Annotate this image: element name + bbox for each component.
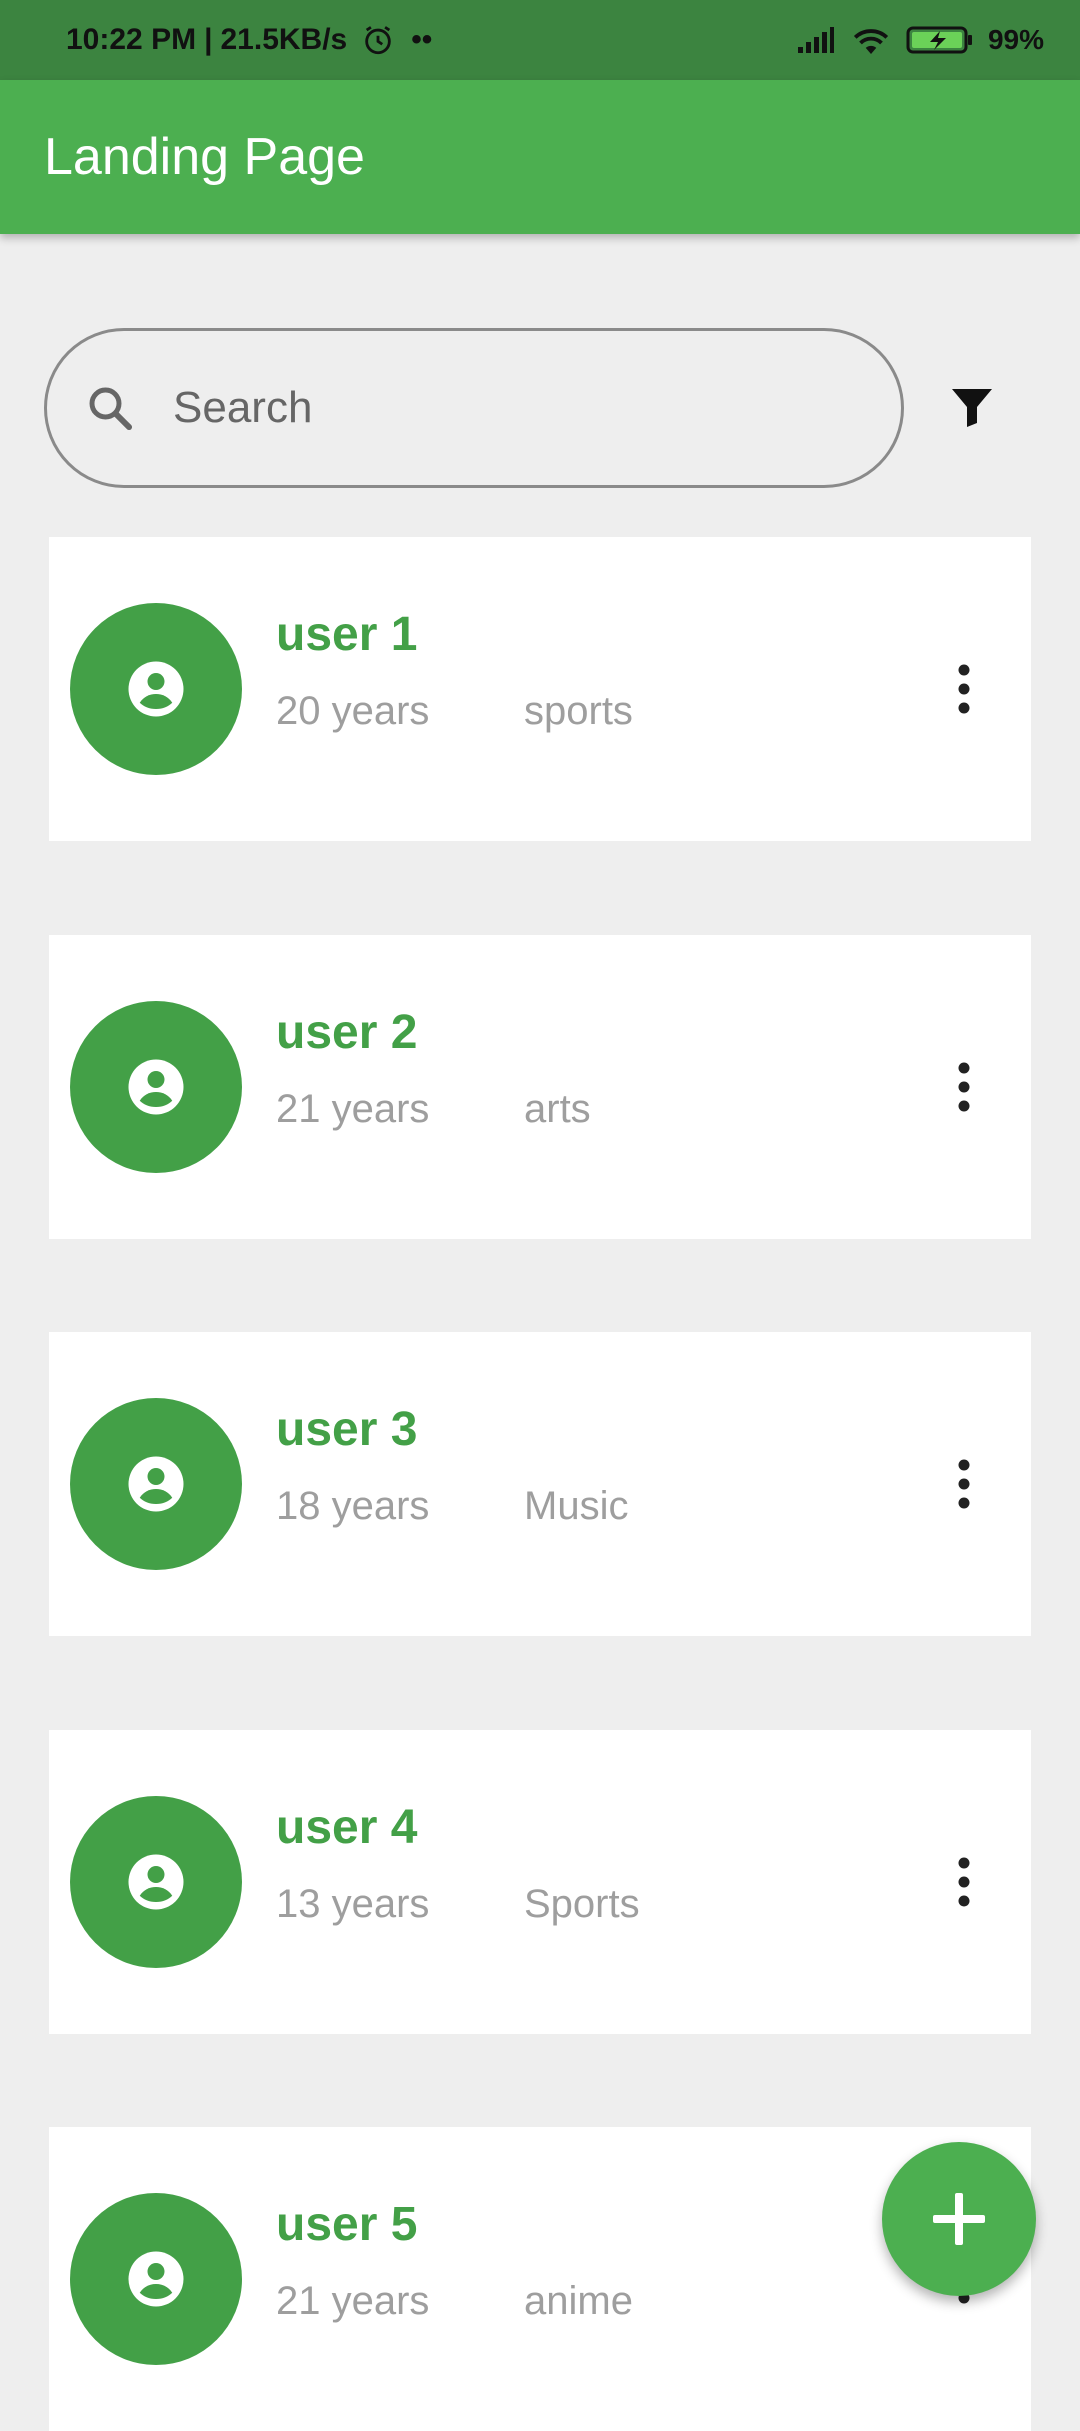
search-bar[interactable] — [44, 328, 904, 488]
account-circle-icon — [126, 1454, 186, 1514]
more-vert-icon — [956, 1061, 972, 1113]
status-bar: 10:22 PM | 21.5KB/s •• 99% — [0, 0, 1080, 80]
user-interest: sports — [524, 689, 633, 733]
user-name: user 3 — [276, 1403, 418, 1456]
more-notifications-icon: •• — [411, 23, 433, 56]
status-separator: | — [204, 23, 213, 56]
user-interest: Music — [524, 1484, 629, 1528]
add-user-button[interactable] — [882, 2142, 1036, 2296]
avatar — [70, 2193, 242, 2365]
filter-button[interactable] — [940, 370, 1004, 444]
user-card[interactable]: user 1 20 years sports — [49, 537, 1031, 841]
status-right: 99% — [796, 24, 1044, 56]
more-vert-icon — [956, 1856, 972, 1908]
more-vert-icon — [956, 1458, 972, 1510]
more-options-button[interactable] — [939, 1051, 989, 1123]
more-options-button[interactable] — [939, 1448, 989, 1520]
user-age: 18 years — [276, 1484, 430, 1528]
user-interest: Sports — [524, 1882, 640, 1926]
user-name: user 4 — [276, 1801, 418, 1854]
app-bar: Landing Page — [0, 80, 1080, 234]
more-vert-icon — [956, 663, 972, 715]
user-age: 20 years — [276, 689, 430, 733]
alarm-icon — [361, 23, 395, 57]
user-name: user 1 — [276, 608, 418, 661]
account-circle-icon — [126, 659, 186, 719]
avatar — [70, 1398, 242, 1570]
filter-icon — [948, 383, 996, 431]
status-time: 10:22 PM — [66, 23, 197, 56]
battery-percent: 99% — [987, 24, 1044, 55]
user-age: 13 years — [276, 1882, 430, 1926]
status-left: 10:22 PM | 21.5KB/s •• — [66, 23, 432, 57]
user-interest: anime — [524, 2279, 633, 2323]
avatar — [70, 603, 242, 775]
avatar — [70, 1001, 242, 1173]
search-input[interactable] — [171, 382, 775, 434]
status-speed: 21.5KB/s — [220, 23, 348, 56]
search-icon — [83, 381, 137, 435]
signal-icon — [796, 25, 836, 55]
more-options-button[interactable] — [939, 1846, 989, 1918]
wifi-icon — [850, 24, 892, 56]
user-card[interactable]: user 5 21 years anime — [49, 2127, 1031, 2431]
account-circle-icon — [126, 1852, 186, 1912]
user-card[interactable]: user 2 21 years arts — [49, 935, 1031, 1239]
battery-charging-icon — [906, 25, 974, 55]
user-name: user 5 — [276, 2198, 418, 2251]
account-circle-icon — [126, 1057, 186, 1117]
user-name: user 2 — [276, 1006, 418, 1059]
more-options-button[interactable] — [939, 653, 989, 725]
avatar — [70, 1796, 242, 1968]
user-age: 21 years — [276, 1087, 430, 1131]
plus-icon — [931, 2191, 987, 2247]
user-age: 21 years — [276, 2279, 430, 2323]
user-interest: arts — [524, 1087, 591, 1131]
account-circle-icon — [126, 2249, 186, 2309]
user-card[interactable]: user 3 18 years Music — [49, 1332, 1031, 1636]
page-title: Landing Page — [44, 128, 365, 186]
user-card[interactable]: user 4 13 years Sports — [49, 1730, 1031, 2034]
